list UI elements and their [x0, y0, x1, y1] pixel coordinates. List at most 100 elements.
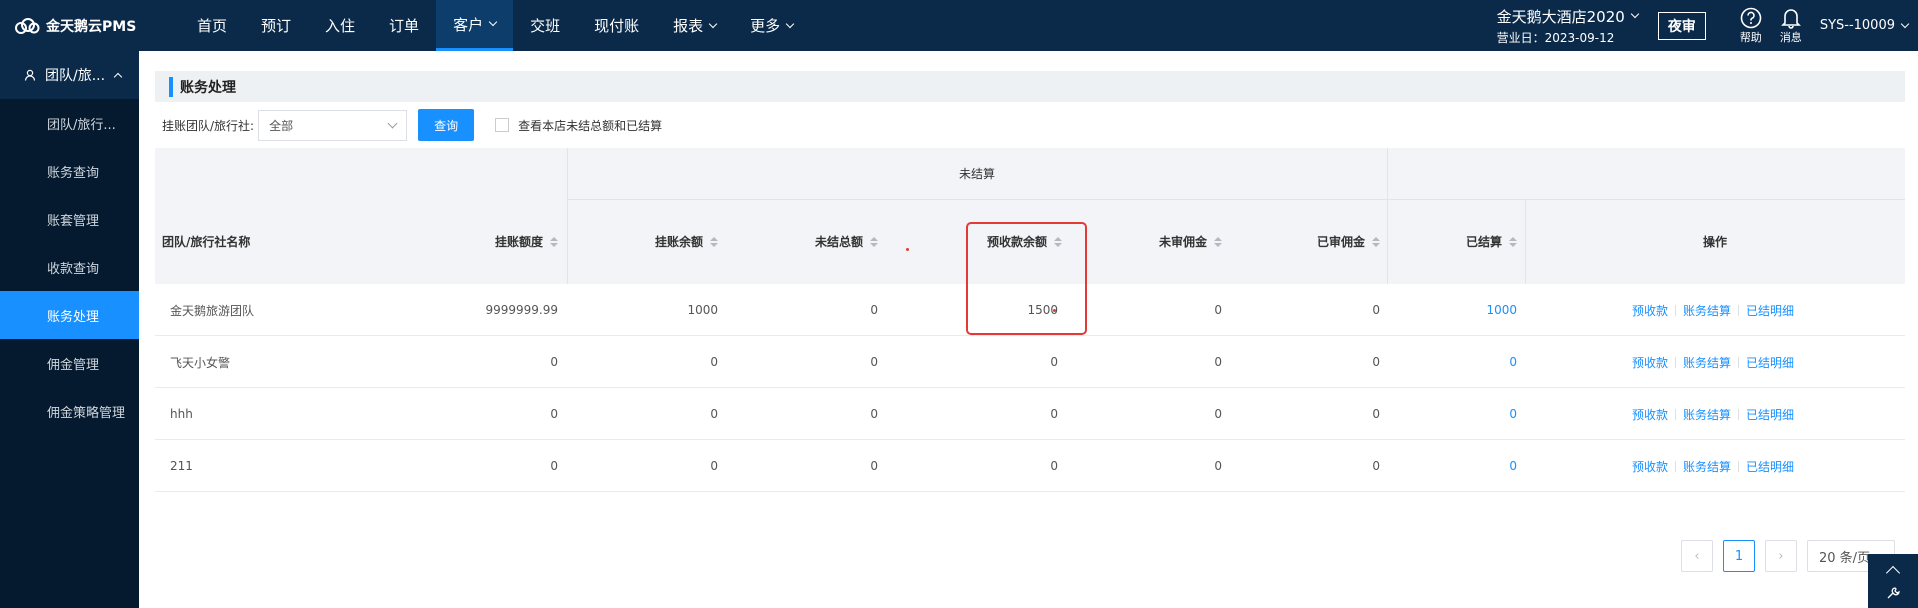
nav-item[interactable]: 入住 [308, 0, 372, 51]
chevron-down-icon [488, 17, 498, 27]
row-actions: 预收款 账务结算 已结明细 [1632, 284, 1794, 336]
nav-item-label: 预订 [261, 17, 292, 35]
help-button[interactable]: 帮助 [1740, 7, 1762, 45]
header-right: 金天鹅大酒店2020 营业日：2023-09-12 夜审 帮助 消息 SYS--… [1497, 0, 1918, 51]
sort-icon[interactable] [870, 236, 878, 247]
nav-item[interactable]: 更多 [733, 0, 810, 51]
table-row: 飞天小女警 0 0 0 0 0 0 0 预收款 账务结算 已结明细 [155, 336, 1905, 388]
messages-button[interactable]: 消息 [1780, 7, 1802, 45]
help-icon [1740, 7, 1762, 28]
store-summary-checkbox[interactable] [495, 118, 510, 132]
col-actions: 操作 [1702, 235, 1727, 249]
cell-credit-limit: 0 [550, 407, 558, 421]
settled-detail-link[interactable]: 已结明细 [1746, 458, 1794, 475]
cell-unsettled-total: 0 [870, 303, 878, 317]
nav-item[interactable]: 现付账 [577, 0, 656, 51]
nav-item-label: 交班 [530, 17, 561, 35]
hotel-switcher[interactable]: 金天鹅大酒店2020 营业日：2023-09-12 [1497, 6, 1640, 46]
cell-settled[interactable]: 0 [1375, 388, 1517, 440]
sidebar-group-label: 团队/旅... [45, 68, 106, 84]
nav-item-label: 报表 [673, 17, 704, 35]
cell-credit-limit: 0 [550, 459, 558, 473]
col-unsettled-total[interactable]: 未结总额 [735, 199, 878, 284]
brand-logo[interactable]: 金天鹅云PMS [0, 16, 140, 36]
settle-link[interactable]: 账务结算 [1683, 406, 1731, 423]
row-actions: 预收款 账务结算 已结明细 [1632, 336, 1794, 388]
cell-credit-balance: 0 [710, 355, 718, 369]
page-number[interactable]: 1 [1723, 540, 1755, 572]
col-credit-balance[interactable]: 挂账余额 [575, 199, 718, 284]
nav-item[interactable]: 首页 [180, 0, 244, 51]
cell-settled[interactable]: 0 [1375, 440, 1517, 492]
chevron-up-icon [113, 72, 123, 82]
cell-prepaid-balance: 0 [1050, 407, 1058, 421]
filter-label: 挂账团队/旅行社: [162, 118, 255, 133]
sidebar-item[interactable]: 佣金策略管理 [0, 387, 139, 435]
prepay-link[interactable]: 预收款 [1632, 458, 1668, 475]
action-separator [1675, 408, 1677, 420]
prepay-link[interactable]: 预收款 [1632, 354, 1668, 371]
main-nav: 首页 预订 入住 订单 客户 交班 现付账 报表 更多 [180, 0, 810, 51]
settle-link[interactable]: 账务结算 [1683, 354, 1731, 371]
sidebar-item[interactable]: 账套管理 [0, 195, 139, 243]
cell-credit-balance: 0 [710, 459, 718, 473]
chevron-down-icon [1900, 19, 1910, 28]
sort-icon[interactable] [1214, 236, 1222, 247]
query-button[interactable]: 查询 [418, 109, 475, 141]
checkbox-label: 查看本店未结总额和已结算 [518, 118, 663, 133]
section-accent-bar [169, 76, 173, 97]
nav-item[interactable]: 订单 [372, 0, 436, 51]
pagination: ‹ 1 › 20 条/页 [1681, 540, 1895, 572]
nav-item-label: 现付账 [594, 17, 640, 35]
settled-detail-link[interactable]: 已结明细 [1746, 406, 1794, 423]
sidebar-group-team[interactable]: 团队/旅... [0, 51, 139, 99]
settle-link[interactable]: 账务结算 [1683, 302, 1731, 319]
filter-row: 挂账团队/旅行社: 全部 查询 查看本店未结总额和已结算 [162, 109, 662, 141]
cell-audited-commission: 0 [1372, 303, 1380, 317]
cell-settled[interactable]: 1000 [1375, 284, 1517, 336]
annotation-dot [1053, 309, 1056, 312]
settle-link[interactable]: 账务结算 [1683, 458, 1731, 475]
cell-settled[interactable]: 0 [1375, 336, 1517, 388]
wrench-icon[interactable] [1886, 586, 1900, 600]
nav-item[interactable]: 客户 [436, 0, 514, 51]
prev-page-button[interactable]: ‹ [1681, 540, 1713, 572]
col-unaudited-commission[interactable]: 未审佣金 [1079, 199, 1222, 284]
sidebar-item[interactable]: 账务查询 [0, 147, 139, 195]
team-agency-select[interactable]: 全部 [258, 109, 408, 141]
prepay-link[interactable]: 预收款 [1632, 302, 1668, 319]
nav-item[interactable]: 交班 [513, 0, 577, 51]
cell-audited-commission: 0 [1372, 407, 1380, 421]
sort-icon[interactable] [550, 236, 558, 247]
sidebar-item[interactable]: 收款查询 [0, 243, 139, 291]
prepay-link[interactable]: 预收款 [1632, 406, 1668, 423]
nav-item[interactable]: 报表 [656, 0, 733, 51]
floating-toolbar[interactable] [1868, 554, 1918, 608]
sidebar-item[interactable]: 账务处理 [0, 291, 139, 339]
nav-item[interactable]: 预订 [244, 0, 308, 51]
cell-unsettled-total: 0 [870, 407, 878, 421]
table-row: hhh 0 0 0 0 0 0 0 预收款 账务结算 已结明细 [155, 388, 1905, 440]
sidebar-item[interactable]: 团队/旅行... [0, 99, 139, 147]
cell-credit-balance: 0 [710, 407, 718, 421]
col-credit-limit[interactable]: 挂账额度 [415, 199, 558, 284]
nav-item-label: 更多 [750, 17, 781, 35]
settled-detail-link[interactable]: 已结明细 [1746, 354, 1794, 371]
night-audit-button[interactable]: 夜审 [1657, 11, 1706, 40]
sort-icon[interactable] [1509, 236, 1517, 247]
sort-icon[interactable] [710, 236, 718, 247]
sidebar: 团队/旅... 团队/旅行... 账务查询 账套管理 收款查询 账务处理 佣金管理 佣金策略… [0, 51, 139, 608]
next-page-button[interactable]: › [1765, 540, 1797, 572]
page-title: 账务处理 [180, 79, 236, 96]
action-separator [1675, 356, 1677, 368]
col-settled[interactable]: 已结算 [1375, 199, 1517, 284]
sidebar-item[interactable]: 佣金管理 [0, 339, 139, 387]
chevron-down-icon [785, 19, 795, 28]
bell-icon [1780, 8, 1801, 29]
chevron-up-icon[interactable] [1885, 565, 1901, 581]
cell-unsettled-total: 0 [870, 355, 878, 369]
user-menu[interactable]: SYS--10009 [1820, 18, 1910, 33]
col-audited-commission[interactable]: 已审佣金 [1237, 199, 1380, 284]
settled-detail-link[interactable]: 已结明细 [1746, 302, 1794, 319]
chevron-down-icon [708, 19, 718, 28]
